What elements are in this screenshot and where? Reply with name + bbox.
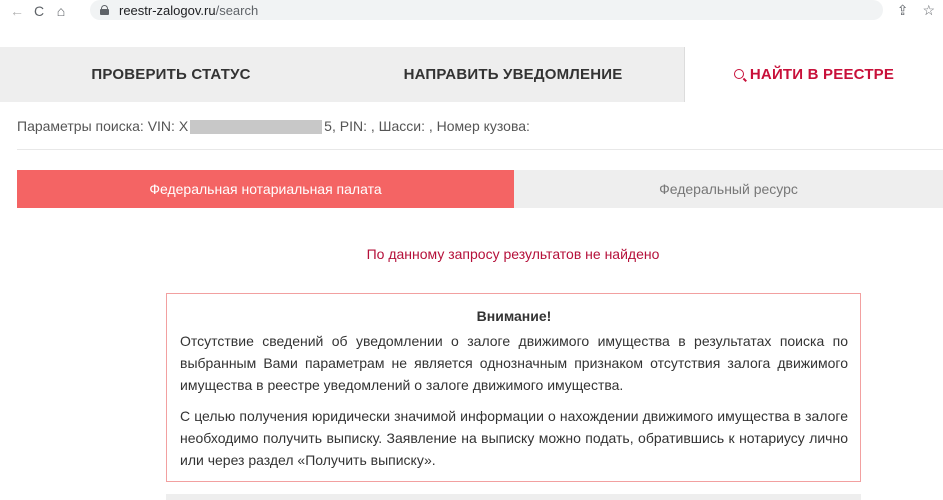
url-path: /search [215,2,259,18]
reload-icon[interactable]: C [28,0,50,22]
search-params-prefix: Параметры поиска: VIN: Х [17,118,189,134]
tab-label: ПРОВЕРИТЬ СТАТУС [91,66,251,83]
search-parameters: Параметры поиска: VIN: Х 5, PIN: , Шасси:… [17,118,530,135]
bottom-panel [166,494,861,500]
share-icon[interactable]: ⇪ [897,2,909,19]
source-notary-chamber[interactable]: Федеральная нотариальная палата [17,170,514,208]
warning-paragraph: Отсутствие сведений об уведомлении о зал… [180,333,848,393]
home-icon[interactable]: ⌂ [50,0,72,22]
tab-check-status[interactable]: ПРОВЕРИТЬ СТАТУС [0,47,342,102]
warning-paragraph: С целью получения юридически значимой ин… [180,408,848,468]
search-params-suffix: 5, PIN: , Шасси: , Номер кузова: [324,118,530,134]
url-host: reestr-zalogov.ru [119,2,216,18]
source-label: Федеральная нотариальная палата [149,181,382,197]
tab-label: НАЙТИ В РЕЕСТРЕ [749,66,895,83]
star-icon[interactable]: ☆ [922,2,935,19]
tab-find-in-registry[interactable]: НАЙТИ В РЕЕСТРЕ [685,47,943,102]
no-results-message: По данному запросу результатов не найден… [366,246,660,262]
divider [17,149,943,150]
search-icon [733,69,744,79]
lock-icon [100,5,109,15]
address-bar[interactable]: reestr-zalogov.ru /search [90,0,883,20]
back-arrow-icon[interactable]: ← [6,0,28,22]
warning-box: Внимание! Отсутствие сведений об уведомл… [166,293,861,482]
source-toggle: Федеральная нотариальная палата Федераль… [17,170,943,208]
warning-title: Внимание! [476,308,552,324]
redacted-vin [190,120,323,135]
main-tabs: ПРОВЕРИТЬ СТАТУС НАПРАВИТЬ УВЕДОМЛЕНИЕ Н… [0,47,943,102]
source-federal-resource[interactable]: Федеральный ресурс [514,170,943,208]
tab-send-notification[interactable]: НАПРАВИТЬ УВЕДОМЛЕНИЕ [342,47,685,102]
browser-toolbar: ← C ⌂ reestr-zalogov.ru /search ⇪ ☆ [0,0,943,22]
tab-label: НАПРАВИТЬ УВЕДОМЛЕНИЕ [403,66,623,83]
source-label: Федеральный ресурс [659,181,798,197]
